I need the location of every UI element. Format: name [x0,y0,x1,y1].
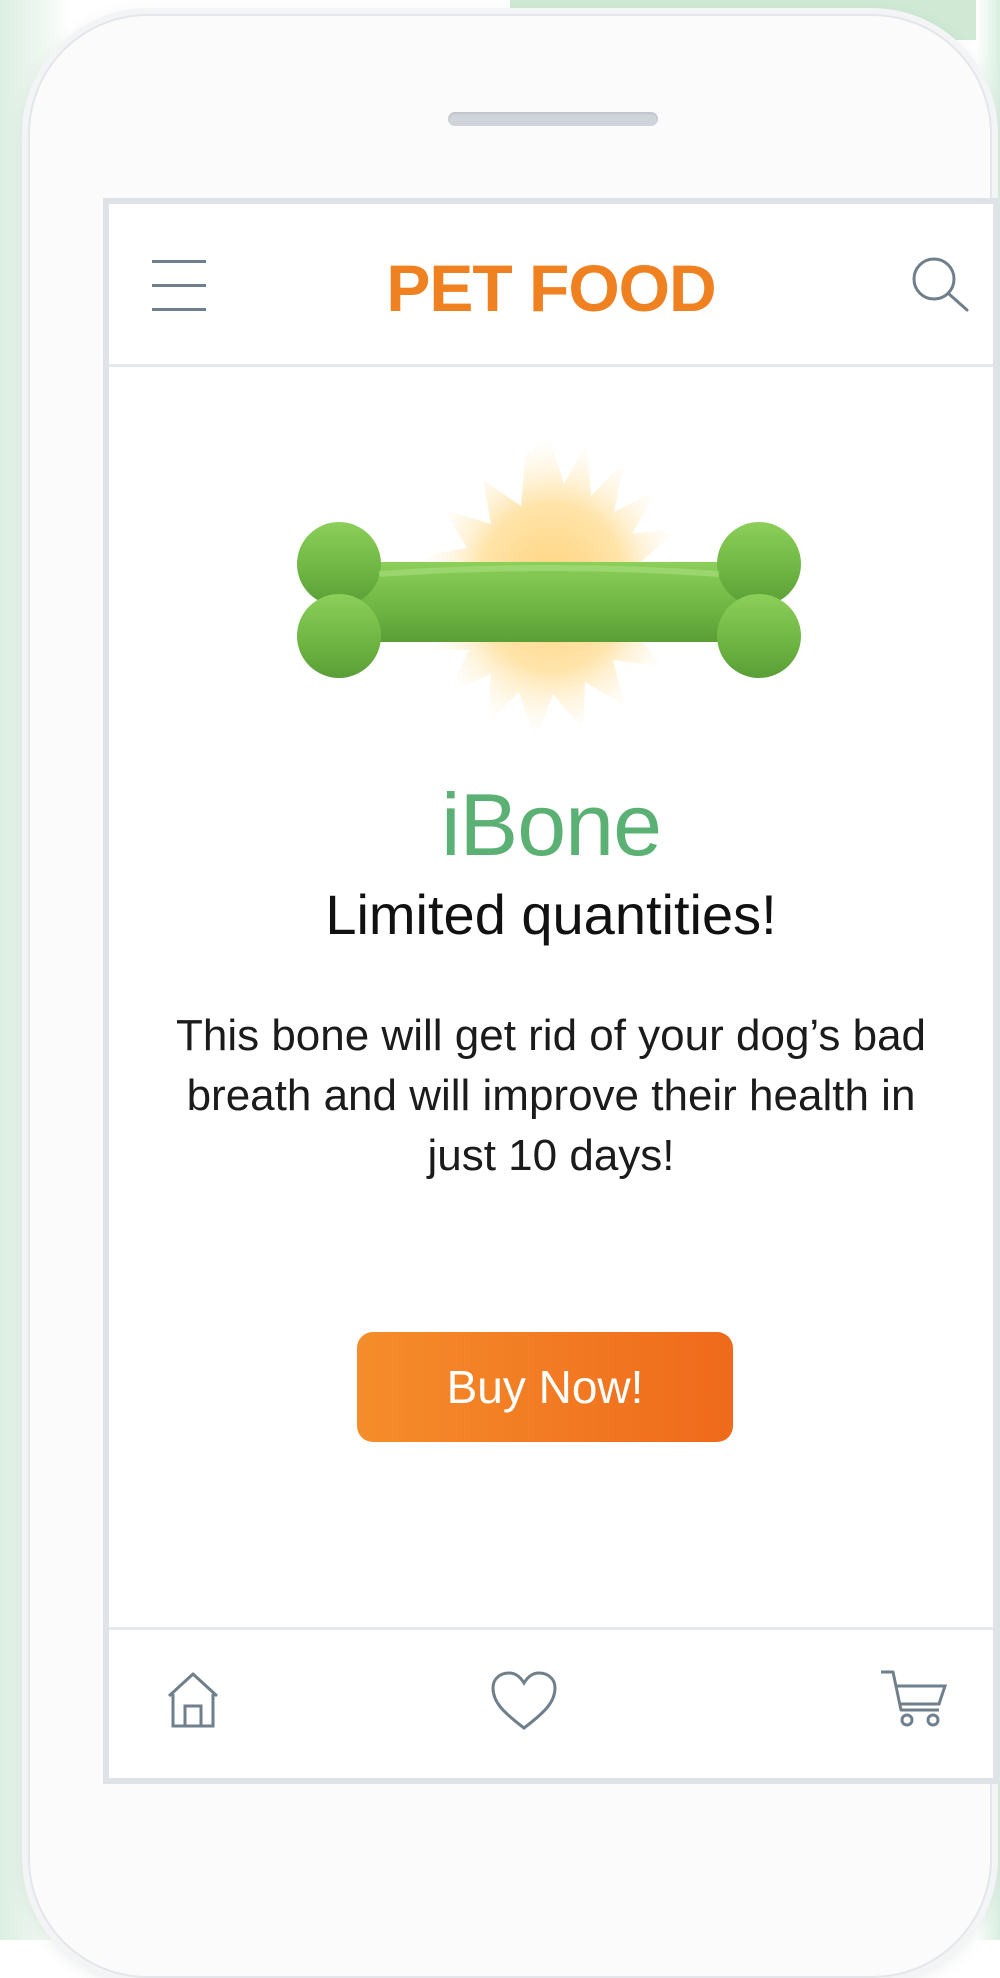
brand-logo: PET FOOD [386,251,716,325]
product-tagline: Limited quantities! [325,883,777,946]
bottom-nav [109,1627,993,1778]
phone-frame: PET FOOD iBone Limited quantities! This … [28,14,999,1978]
cart-icon[interactable] [879,1666,948,1730]
buy-now-button[interactable]: Buy Now! [357,1332,733,1442]
product-description: This bone will get rid of your dog’s bad… [175,1011,927,1180]
product-title: iBone [440,775,662,874]
heart-icon[interactable] [489,1670,557,1734]
app-header: PET FOOD [109,204,993,367]
home-icon[interactable] [161,1666,225,1730]
search-icon[interactable] [909,254,971,316]
phone-speaker [448,112,658,126]
app-screen: PET FOOD iBone Limited quantities! This … [103,198,999,1784]
product-image [269,424,829,784]
